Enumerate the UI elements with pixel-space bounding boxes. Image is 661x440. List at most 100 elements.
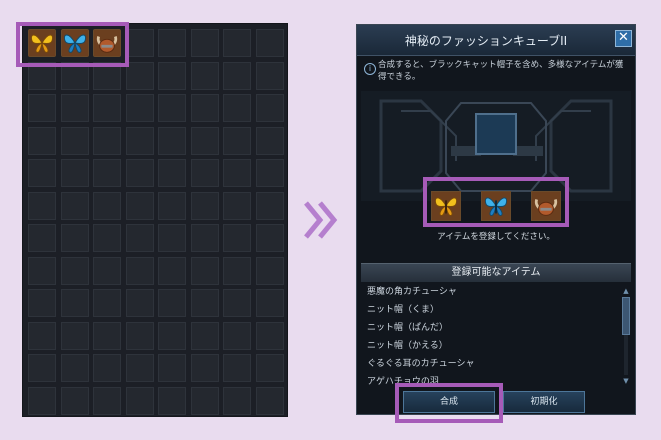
inventory-slot[interactable]	[60, 191, 89, 220]
inventory-slot[interactable]	[255, 289, 284, 317]
inventory-slot[interactable]	[28, 321, 56, 350]
inventory-slot[interactable]	[60, 126, 89, 155]
inventory-slot[interactable]	[158, 94, 186, 122]
inventory-slot[interactable]	[223, 256, 251, 285]
inventory-slot[interactable]	[28, 126, 56, 155]
inventory-slot[interactable]	[93, 191, 121, 220]
list-item[interactable]: 悪魔の角カチューシャ	[361, 283, 619, 301]
inventory-slot[interactable]	[190, 94, 219, 122]
inventory-slot[interactable]	[255, 126, 284, 155]
inventory-slot[interactable]	[125, 126, 154, 155]
inventory-slot[interactable]	[93, 321, 121, 350]
inventory-slot[interactable]	[255, 94, 284, 122]
inventory-slot[interactable]	[158, 289, 186, 317]
inventory-slot[interactable]	[255, 354, 284, 382]
list-item[interactable]: ニット帽（かえる）	[361, 337, 619, 355]
inventory-slot[interactable]	[223, 126, 251, 155]
inventory-slot[interactable]	[158, 224, 186, 252]
inventory-slot[interactable]	[93, 224, 121, 252]
inventory-slot[interactable]	[158, 256, 186, 285]
inventory-slot[interactable]	[158, 126, 186, 155]
inventory-slot[interactable]	[223, 224, 251, 252]
inventory-slot[interactable]	[125, 354, 154, 382]
inventory-slot[interactable]	[223, 29, 251, 57]
inventory-slot[interactable]	[93, 159, 121, 187]
scroll-down-icon[interactable]: ▼	[621, 377, 631, 385]
inventory-slot[interactable]	[190, 354, 219, 382]
list-scrollbar[interactable]: ▲ ▼	[621, 287, 631, 385]
inventory-slot[interactable]	[125, 191, 154, 220]
inventory-slot[interactable]	[125, 256, 154, 285]
inventory-slot[interactable]	[158, 386, 186, 415]
inventory-slot[interactable]	[125, 289, 154, 317]
inventory-slot[interactable]	[190, 289, 219, 317]
inventory-slot[interactable]	[28, 354, 56, 382]
inventory-slot[interactable]	[255, 29, 284, 57]
inventory-slot[interactable]	[60, 386, 89, 415]
close-icon[interactable]: ✕	[615, 30, 632, 47]
inventory-slot[interactable]	[190, 29, 219, 57]
inventory-slot[interactable]	[190, 126, 219, 155]
scroll-thumb[interactable]	[622, 297, 630, 335]
inventory-slot[interactable]	[223, 289, 251, 317]
window-title-bar[interactable]: 神秘のファッションキューブII ✕	[357, 25, 635, 56]
inventory-slot[interactable]	[223, 94, 251, 122]
inventory-slot[interactable]	[60, 256, 89, 285]
inventory-slot[interactable]	[255, 61, 284, 90]
list-item[interactable]: ニット帽（くま）	[361, 301, 619, 319]
inventory-slot[interactable]	[158, 29, 186, 57]
inventory-slot[interactable]	[190, 61, 219, 90]
inventory-slot[interactable]	[125, 224, 154, 252]
horned-helmet-icon[interactable]	[531, 191, 561, 221]
inventory-slot[interactable]	[93, 94, 121, 122]
inventory-slot[interactable]	[125, 386, 154, 415]
inventory-slot[interactable]	[223, 386, 251, 415]
inventory-slot[interactable]	[158, 191, 186, 220]
inventory-slot[interactable]	[190, 224, 219, 252]
inventory-slot[interactable]	[28, 94, 56, 122]
inventory-slot[interactable]	[28, 256, 56, 285]
inventory-slot[interactable]	[223, 61, 251, 90]
reset-button[interactable]: 初期化	[503, 391, 585, 413]
inventory-slot[interactable]	[93, 354, 121, 382]
inventory-slot[interactable]	[158, 354, 186, 382]
inventory-slot[interactable]	[93, 289, 121, 317]
inventory-slot[interactable]	[255, 321, 284, 350]
inventory-slot[interactable]	[93, 386, 121, 415]
inventory-slot[interactable]	[28, 159, 56, 187]
inventory-slot[interactable]	[255, 191, 284, 220]
inventory-slot[interactable]	[93, 256, 121, 285]
blue-butterfly-icon[interactable]	[481, 191, 511, 221]
inventory-slot[interactable]	[28, 289, 56, 317]
inventory-slot[interactable]	[255, 159, 284, 187]
inventory-slot[interactable]	[28, 386, 56, 415]
inventory-slot[interactable]	[255, 386, 284, 415]
inventory-slot[interactable]	[28, 191, 56, 220]
inventory-slot[interactable]	[255, 256, 284, 285]
inventory-slot[interactable]	[190, 159, 219, 187]
inventory-slot[interactable]	[158, 321, 186, 350]
inventory-slot[interactable]	[125, 61, 154, 90]
inventory-slot[interactable]	[60, 224, 89, 252]
list-item[interactable]: ぐるぐる耳のカチューシャ	[361, 355, 619, 373]
inventory-slot[interactable]	[223, 191, 251, 220]
inventory-slot[interactable]	[125, 321, 154, 350]
inventory-slot[interactable]	[190, 256, 219, 285]
inventory-slot[interactable]	[223, 159, 251, 187]
inventory-slot[interactable]	[28, 224, 56, 252]
inventory-slot[interactable]	[190, 386, 219, 415]
inventory-slot[interactable]	[190, 321, 219, 350]
inventory-slot[interactable]	[125, 94, 154, 122]
inventory-slot[interactable]	[60, 354, 89, 382]
inventory-slot[interactable]	[60, 289, 89, 317]
inventory-slot[interactable]	[60, 94, 89, 122]
list-item[interactable]: ニット帽（ぱんだ）	[361, 319, 619, 337]
inventory-slot[interactable]	[223, 354, 251, 382]
inventory-slot[interactable]	[125, 159, 154, 187]
inventory-slot[interactable]	[223, 321, 251, 350]
yellow-butterfly-icon[interactable]	[431, 191, 461, 221]
combine-button[interactable]: 合成	[403, 391, 495, 413]
inventory-slot[interactable]	[60, 321, 89, 350]
inventory-slot[interactable]	[190, 191, 219, 220]
inventory-slot[interactable]	[158, 61, 186, 90]
